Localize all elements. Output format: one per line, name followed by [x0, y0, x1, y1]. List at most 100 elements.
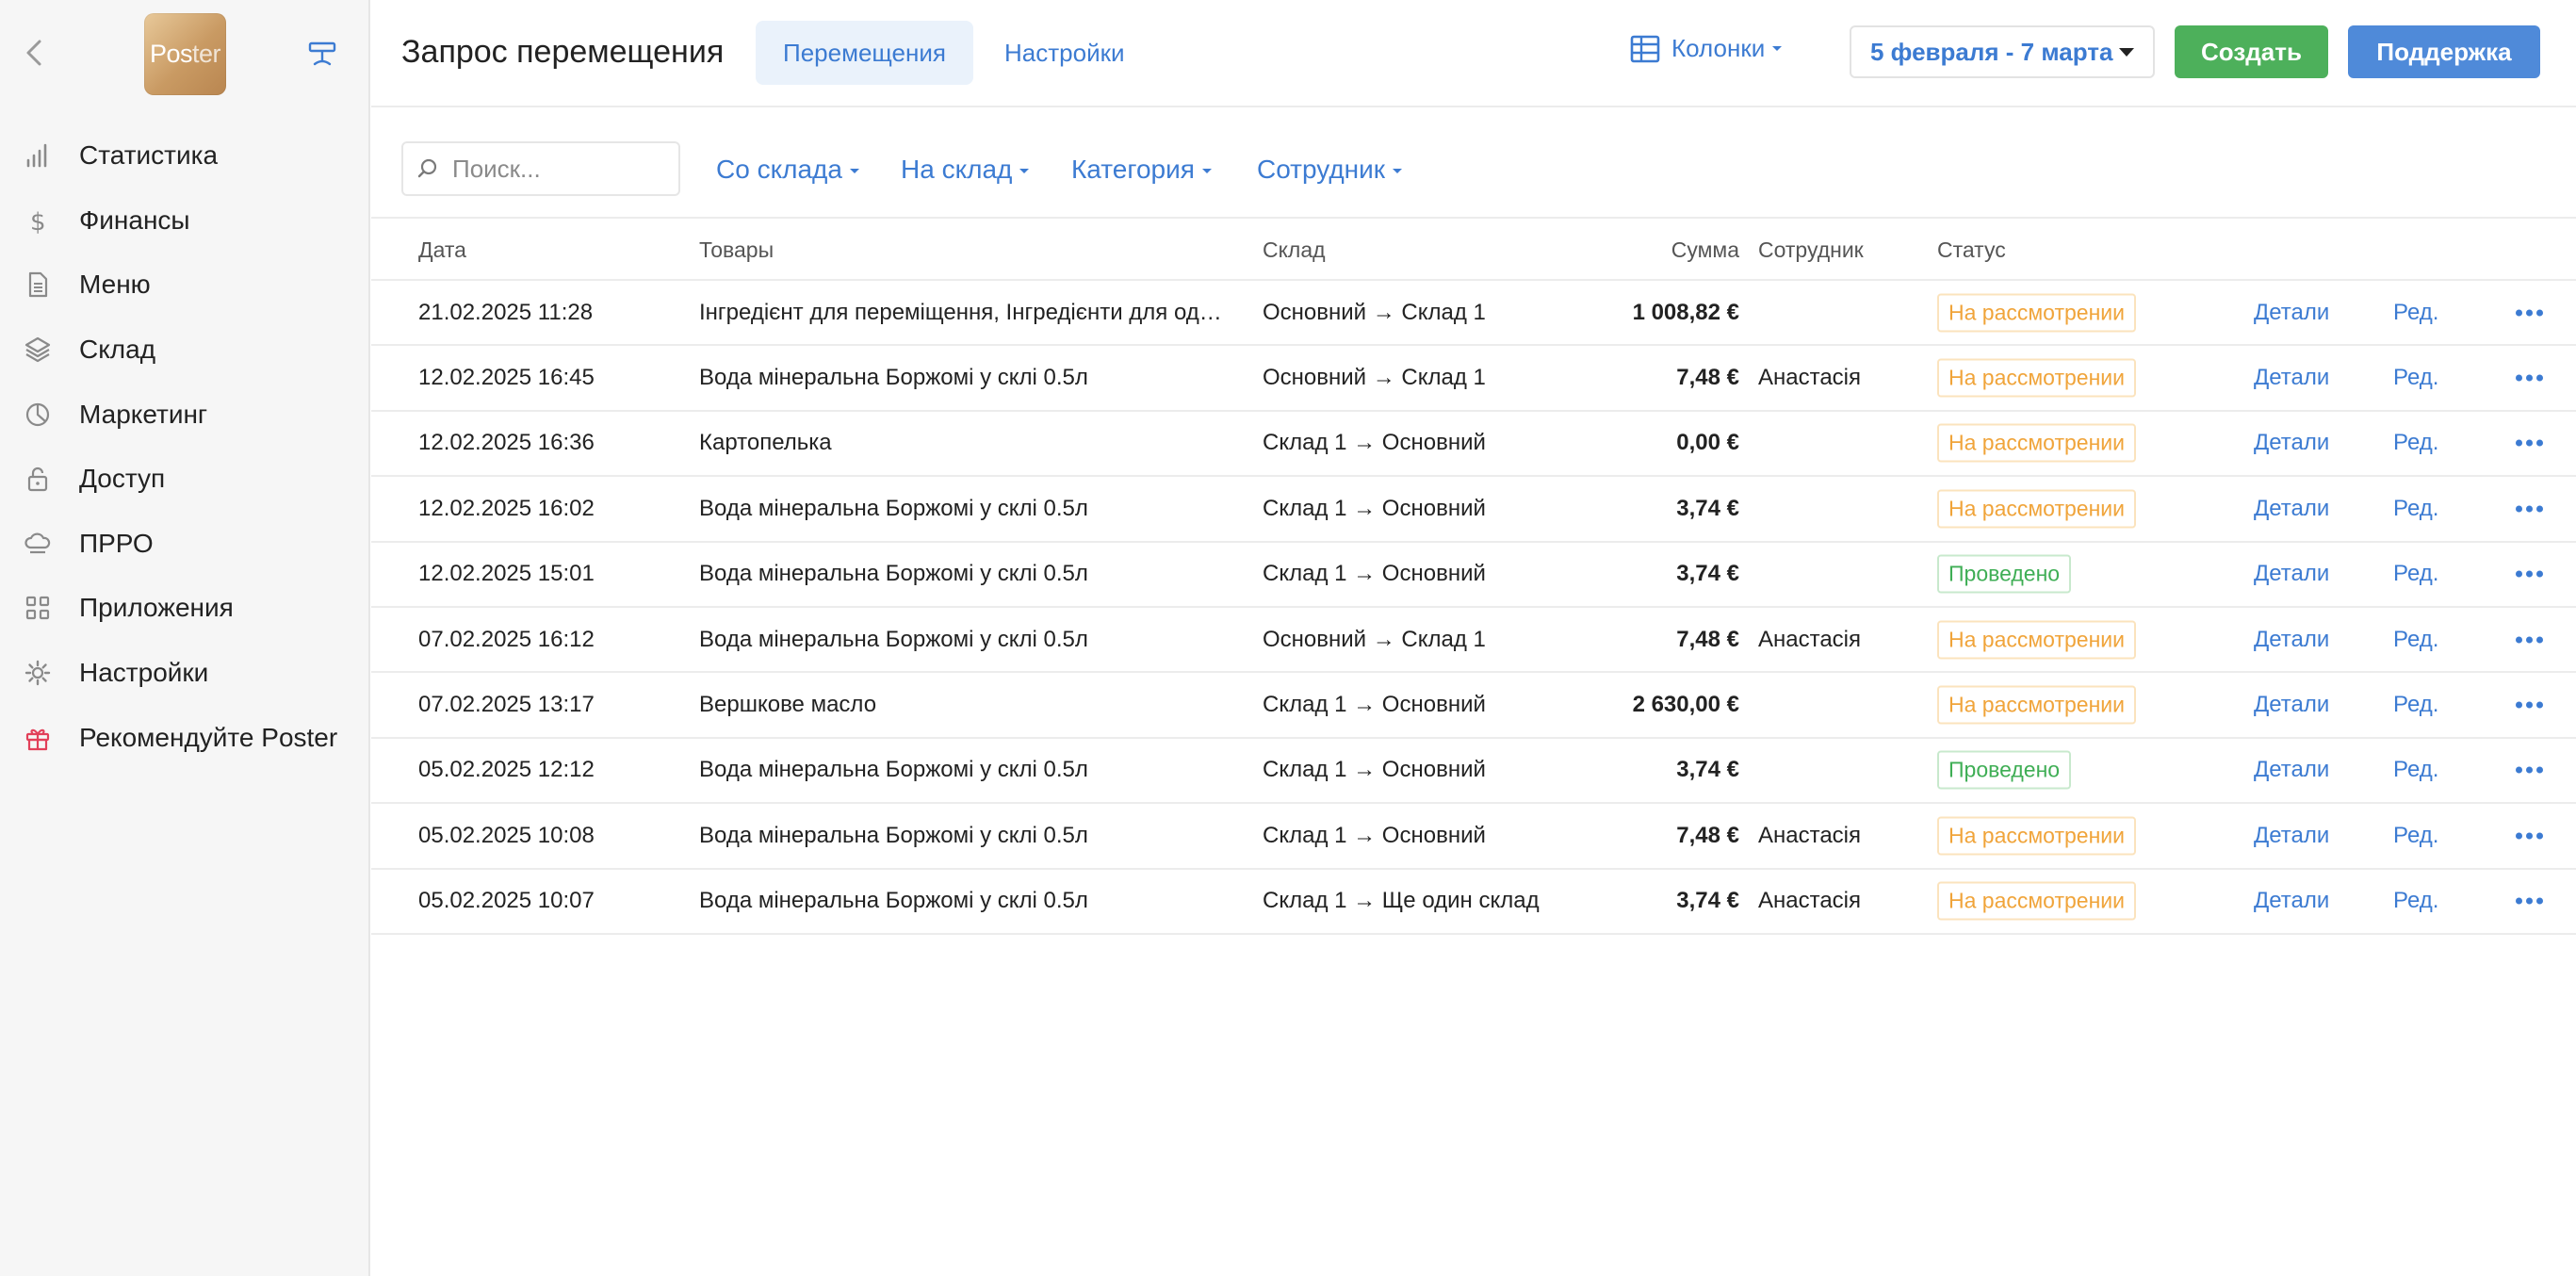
table-row[interactable]: 21.02.2025 11:28 Інгредієнт для переміщен… — [371, 281, 2576, 347]
sidebar-item-label: Приложения — [79, 593, 234, 623]
sidebar-item-marketing[interactable]: Маркетинг — [0, 382, 368, 447]
sidebar-item-finance[interactable]: $ Финансы — [0, 188, 368, 254]
details-link[interactable]: Детали — [2254, 757, 2329, 783]
edit-link[interactable]: Ред. — [2393, 757, 2438, 783]
table-row[interactable]: 07.02.2025 13:17 Вершкове масло Склад 1 → … — [371, 673, 2576, 739]
app-window: Pos ter Статистика $ Финансы Меню Склад … — [0, 0, 2576, 1276]
layers-icon — [24, 336, 51, 363]
more-options-icon[interactable] — [2516, 832, 2543, 840]
cell-goods: Вода мінеральна Боржомі у склі 0.5л — [699, 365, 1088, 391]
edit-link[interactable]: Ред. — [2393, 888, 2438, 914]
cell-goods: Вершкове масло — [699, 692, 877, 718]
more-options-icon[interactable] — [2516, 570, 2543, 578]
table-row[interactable]: 12.02.2025 16:36 Картопелька Склад 1 → Осн… — [371, 412, 2576, 478]
logo-text-part1: Pos — [149, 40, 193, 68]
sidebar-item-apps[interactable]: Приложения — [0, 576, 368, 641]
sidebar: Pos ter Статистика $ Финансы Меню Склад … — [0, 0, 370, 1276]
sidebar-item-menu[interactable]: Меню — [0, 253, 368, 318]
cell-sum: 0,00 € — [1676, 430, 1739, 456]
table-row[interactable]: 12.02.2025 16:45 Вода мінеральна Боржомі … — [371, 346, 2576, 412]
sidebar-item-statistics[interactable]: Статистика — [0, 123, 368, 188]
cell-sum: 7,48 € — [1676, 822, 1739, 848]
table-header: Дата Товары Склад Сумма Сотрудник Статус — [371, 221, 2576, 281]
cash-register-icon[interactable] — [306, 38, 338, 70]
sidebar-item-settings[interactable]: Настройки — [0, 641, 368, 706]
status-badge: На рассмотрении — [1937, 293, 2136, 333]
table-icon — [1630, 35, 1660, 62]
more-options-icon[interactable] — [2516, 374, 2543, 382]
sidebar-item-prro[interactable]: ПРРО — [0, 512, 368, 577]
details-link[interactable]: Детали — [2254, 692, 2329, 718]
sidebar-item-access[interactable]: Доступ — [0, 447, 368, 512]
edit-link[interactable]: Ред. — [2393, 561, 2438, 587]
cell-sum: 7,48 € — [1676, 365, 1739, 391]
support-button[interactable]: Поддержка — [2348, 25, 2540, 78]
details-link[interactable]: Детали — [2254, 888, 2329, 914]
chevron-down-icon — [1772, 46, 1783, 51]
cell-employee: Анастасія — [1758, 365, 1862, 391]
edit-link[interactable]: Ред. — [2393, 823, 2438, 849]
search-input[interactable] — [452, 154, 660, 184]
more-options-icon[interactable] — [2516, 439, 2543, 447]
filter-category[interactable]: Категория — [1071, 155, 1212, 185]
sidebar-item-label: Доступ — [79, 464, 166, 494]
more-options-icon[interactable] — [2516, 701, 2543, 709]
filter-from-warehouse[interactable]: Со склада — [716, 155, 859, 185]
more-options-icon[interactable] — [2516, 897, 2543, 905]
more-options-icon[interactable] — [2516, 766, 2543, 774]
edit-link[interactable]: Ред. — [2393, 692, 2438, 718]
transfers-table: Дата Товары Склад Сумма Сотрудник Статус… — [371, 221, 2576, 935]
cell-warehouse: Склад 1 → Основний — [1263, 692, 1486, 718]
status-badge: На рассмотрении — [1937, 423, 2136, 463]
table-row[interactable]: 07.02.2025 16:12 Вода мінеральна Боржомі … — [371, 608, 2576, 674]
more-options-icon[interactable] — [2516, 309, 2543, 317]
table-row[interactable]: 05.02.2025 10:08 Вода мінеральна Боржомі … — [371, 804, 2576, 870]
filter-employee[interactable]: Сотрудник — [1257, 155, 1403, 185]
cell-status: На рассмотрении — [1937, 685, 2136, 725]
poster-logo[interactable]: Pos ter — [144, 13, 226, 95]
details-link[interactable]: Детали — [2254, 365, 2329, 391]
cell-employee: Анастасія — [1758, 888, 1862, 914]
sidebar-item-recommend[interactable]: Рекомендуйте Poster — [0, 705, 368, 770]
details-link[interactable]: Детали — [2254, 430, 2329, 456]
sidebar-item-label: Статистика — [79, 140, 219, 171]
edit-link[interactable]: Ред. — [2393, 627, 2438, 653]
edit-link[interactable]: Ред. — [2393, 496, 2438, 522]
chevron-down-icon — [1393, 169, 1403, 174]
details-link[interactable]: Детали — [2254, 823, 2329, 849]
more-options-icon[interactable] — [2516, 636, 2543, 644]
header-sum[interactable]: Сумма — [1671, 237, 1739, 263]
chevron-down-icon — [1201, 169, 1212, 174]
table-row[interactable]: 12.02.2025 15:01 Вода мінеральна Боржомі … — [371, 543, 2576, 608]
cell-warehouse: Склад 1 → Основний — [1263, 495, 1486, 521]
status-badge: На рассмотрении — [1937, 358, 2136, 398]
sidebar-item-warehouse[interactable]: Склад — [0, 318, 368, 383]
edit-link[interactable]: Ред. — [2393, 300, 2438, 326]
columns-button[interactable]: Колонки — [1630, 34, 1783, 63]
header-date[interactable]: Дата — [418, 237, 466, 263]
tab-transfers[interactable]: Перемещения — [756, 21, 973, 85]
details-link[interactable]: Детали — [2254, 300, 2329, 326]
tab-settings[interactable]: Настройки — [977, 21, 1152, 85]
cell-warehouse: Основний → Склад 1 — [1263, 299, 1486, 325]
table-row[interactable]: 05.02.2025 10:07 Вода мінеральна Боржомі … — [371, 870, 2576, 935]
header-goods: Товары — [699, 237, 774, 262]
page-title: Запрос перемещения — [401, 34, 725, 70]
details-link[interactable]: Детали — [2254, 496, 2329, 522]
chevron-down-icon — [849, 169, 859, 174]
cell-date: 05.02.2025 12:12 — [418, 757, 595, 783]
table-row[interactable]: 05.02.2025 12:12 Вода мінеральна Боржомі … — [371, 739, 2576, 805]
table-row[interactable]: 12.02.2025 16:02 Вода мінеральна Боржомі … — [371, 477, 2576, 543]
cell-sum: 7,48 € — [1676, 626, 1739, 652]
cell-warehouse: Склад 1 → Основний — [1263, 561, 1486, 587]
details-link[interactable]: Детали — [2254, 561, 2329, 587]
more-options-icon[interactable] — [2516, 505, 2543, 513]
chevron-left-icon[interactable] — [21, 36, 49, 70]
details-link[interactable]: Детали — [2254, 627, 2329, 653]
date-range-picker[interactable]: 5 февраля - 7 марта — [1850, 25, 2155, 78]
cell-status: На рассмотрении — [1937, 620, 2136, 660]
edit-link[interactable]: Ред. — [2393, 365, 2438, 391]
filter-to-warehouse[interactable]: На склад — [901, 155, 1030, 185]
edit-link[interactable]: Ред. — [2393, 430, 2438, 456]
create-button[interactable]: Создать — [2175, 25, 2328, 78]
